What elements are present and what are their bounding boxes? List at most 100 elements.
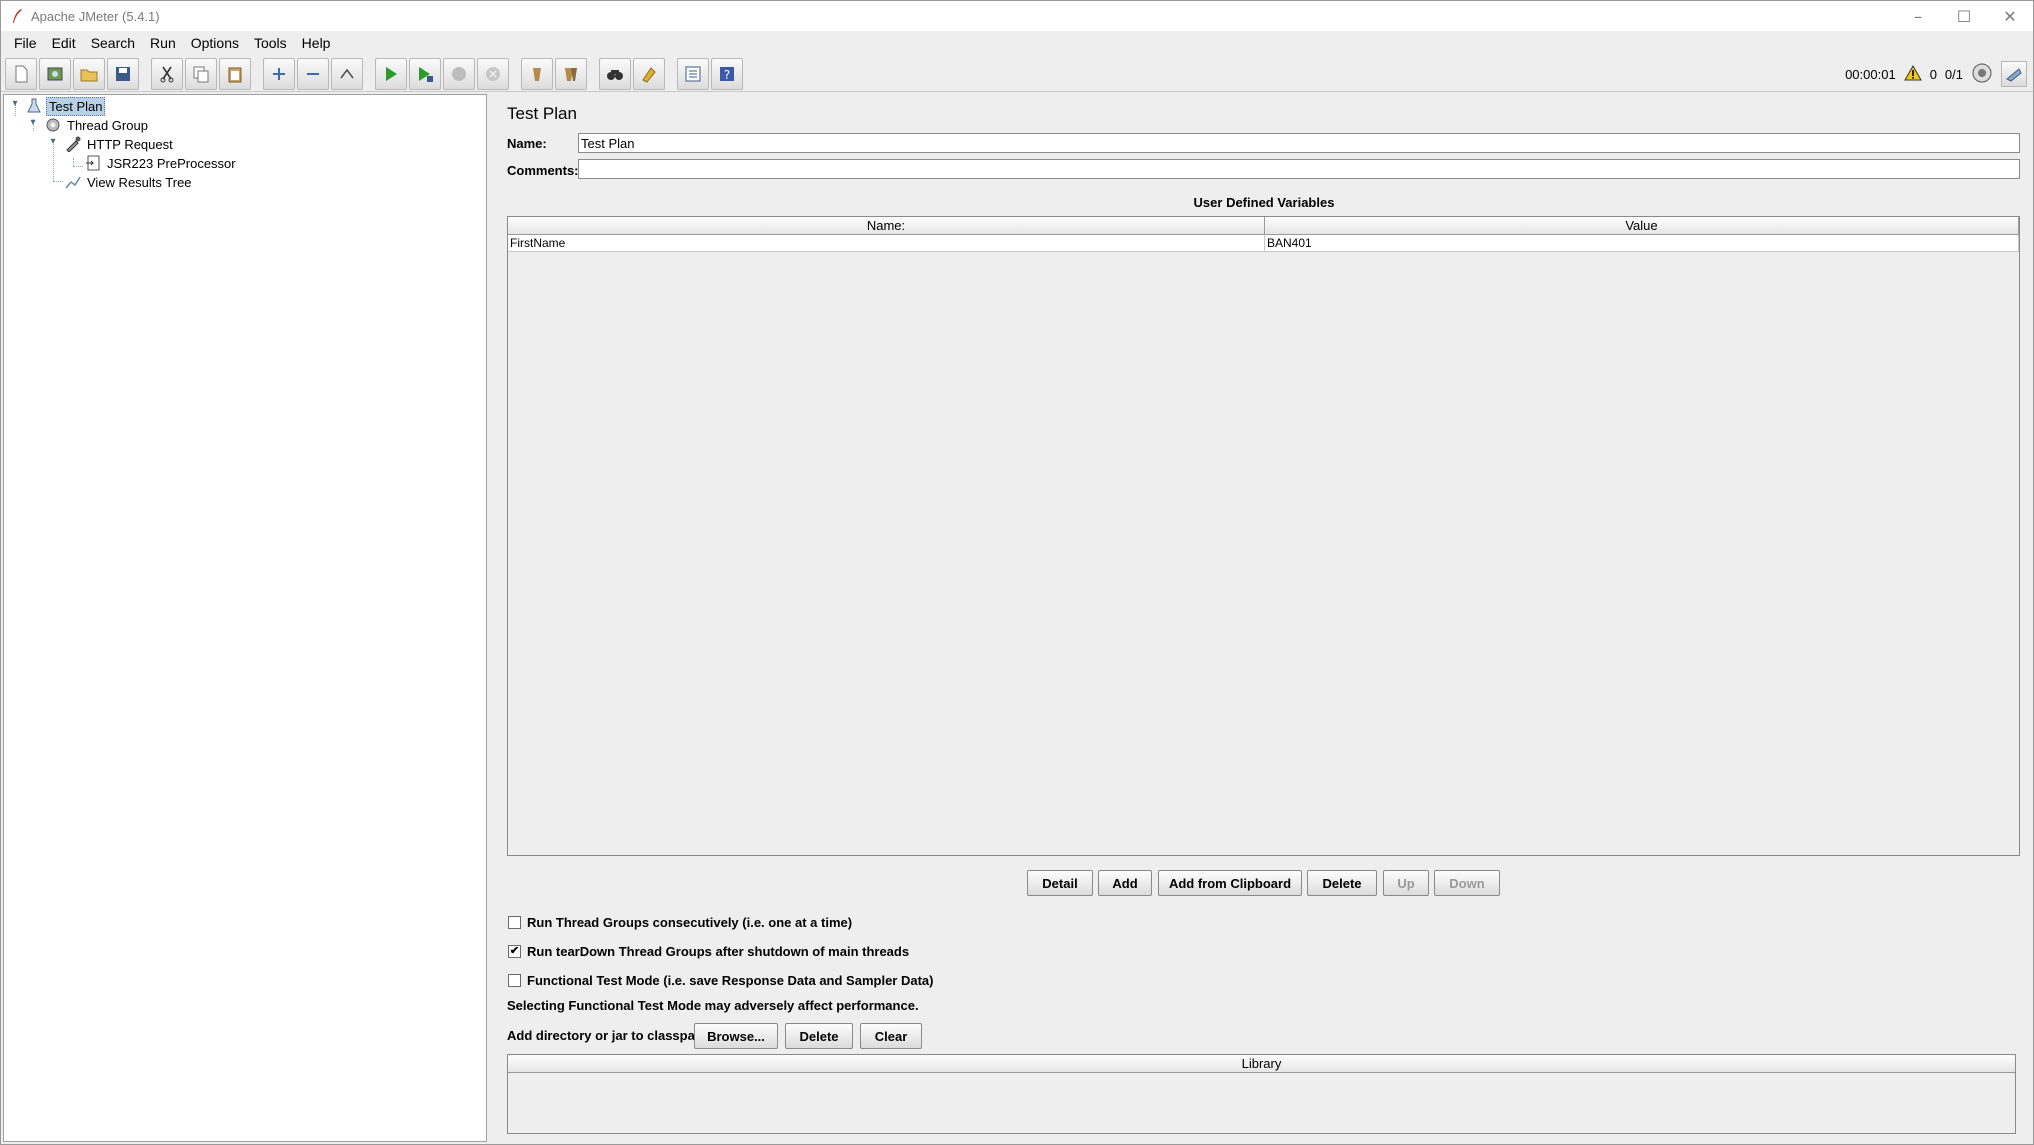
up-button[interactable]: Up [1383,870,1429,896]
menu-help[interactable]: Help [295,35,339,51]
functional-mode-note: Selecting Functional Test Mode may adver… [507,998,919,1013]
add-button[interactable]: Add [1098,870,1152,896]
window-controls: – ☐ ✕ [1895,1,2033,31]
functional-test-mode-checkbox[interactable] [508,973,521,987]
toolbar: ? 00:00:01 0 0/1 [1,56,2033,92]
menu-run[interactable]: Run [143,35,184,51]
menu-options[interactable]: Options [184,35,247,51]
start-no-pauses-icon[interactable] [409,57,441,90]
tree-toggle-http-request[interactable]: ▾ [48,137,58,147]
comments-field[interactable] [578,159,2020,179]
test-plan-panel: Test Plan Name: Test Plan Comments: User… [498,94,2033,1144]
tree-toggle-test-plan[interactable]: ▾ [10,99,20,109]
clear-all-icon[interactable] [555,57,587,90]
tree-node-label: Test Plan [46,96,106,116]
library-table[interactable]: Library [507,1054,2016,1134]
start-icon[interactable] [375,57,407,90]
menu-search[interactable]: Search [84,35,143,51]
active-threads: 0/1 [1944,66,1963,82]
run-teardown-label: Run tearDown Thread Groups after shutdow… [527,943,910,959]
delete-button[interactable]: Delete [1307,870,1377,896]
title-bar: Apache JMeter (5.4.1) – ☐ ✕ [1,1,2033,31]
column-header-name[interactable]: Name: [508,217,1265,235]
run-consecutively-label: Run Thread Groups consecutively (i.e. on… [527,914,853,930]
comments-label: Comments: [507,163,579,178]
user-defined-variables-title: User Defined Variables [1193,195,1335,210]
tree-toggle-thread-group[interactable]: ▾ [28,118,38,128]
tree-node-view-results-tree[interactable]: View Results Tree [65,173,194,191]
svg-text:?: ? [724,68,730,82]
shutdown-icon[interactable] [477,57,509,90]
tree-node-label: HTTP Request [87,136,173,152]
window-title: Apache JMeter (5.4.1) [31,8,160,24]
tree-node-thread-group[interactable]: Thread Group [45,116,150,134]
classpath-delete-button[interactable]: Delete [785,1023,853,1049]
remote-icon[interactable] [2001,61,2027,87]
run-teardown-checkbox[interactable]: ✔ [508,944,521,958]
templates-icon[interactable] [39,57,71,90]
name-label: Name: [507,136,547,151]
error-count: 0 [1929,66,1937,82]
down-button[interactable]: Down [1434,870,1500,896]
expand-all-icon[interactable] [263,57,295,90]
table-header: Name: Value [508,217,2019,235]
run-consecutively-option[interactable]: Run Thread Groups consecutively (i.e. on… [508,913,852,931]
detail-button[interactable]: Detail [1027,870,1093,896]
function-helper-icon[interactable] [677,57,709,90]
close-icon[interactable]: ✕ [1987,1,2033,31]
collapse-all-icon[interactable] [297,57,329,90]
minimize-icon[interactable]: – [1895,1,1941,31]
menu-file[interactable]: File [7,35,45,51]
panel-splitter[interactable] [489,94,498,1142]
name-field[interactable]: Test Plan [578,133,2020,153]
toggle-icon[interactable] [331,57,363,90]
search-icon[interactable] [599,57,631,90]
open-icon[interactable] [73,57,105,90]
column-header-value[interactable]: Value [1265,217,2019,235]
jmeter-feather-icon [9,8,25,24]
log-viewer-icon[interactable] [1971,62,1993,87]
copy-icon[interactable] [185,57,217,90]
tree-node-label: JSR223 PreProcessor [107,155,236,171]
test-plan-icon [26,98,42,114]
menu-edit[interactable]: Edit [45,35,84,51]
cell-name[interactable]: FirstName [508,235,1265,252]
run-teardown-option[interactable]: ✔ Run tearDown Thread Groups after shutd… [508,942,909,960]
column-header-library[interactable]: Library [508,1055,2015,1073]
tree-node-label: Thread Group [67,117,148,133]
add-from-clipboard-button[interactable]: Add from Clipboard [1158,870,1302,896]
paste-icon[interactable] [219,57,251,90]
tree-node-jsr223-preprocessor[interactable]: JSR223 PreProcessor [85,154,238,172]
gear-icon [45,117,61,133]
warning-icon[interactable] [1903,64,1922,84]
save-icon[interactable] [107,57,139,90]
chart-icon [65,174,81,190]
functional-test-mode-label: Functional Test Mode (i.e. save Response… [527,972,934,988]
classpath-clear-button[interactable]: Clear [860,1023,922,1049]
script-icon [85,155,101,171]
run-consecutively-checkbox[interactable] [508,915,521,929]
clear-icon[interactable] [521,57,553,90]
pipette-icon [65,136,81,152]
status-area: 00:00:01 0 0/1 [1845,56,2027,92]
panel-title: Test Plan [507,104,577,123]
maximize-icon[interactable]: ☐ [1941,1,1987,31]
tree-node-http-request[interactable]: HTTP Request [65,135,175,153]
tree-node-label: View Results Tree [87,174,192,190]
stop-icon[interactable] [443,57,475,90]
test-plan-tree[interactable]: ▾ Test Plan ▾ Thread Group ▾ HTTP Reques… [3,94,487,1142]
jmeter-window: Apache JMeter (5.4.1) – ☐ ✕ File Edit Se… [0,0,2034,1145]
new-icon[interactable] [5,57,37,90]
user-defined-variables-table[interactable]: Name: Value FirstName BAN401 [507,216,2020,856]
help-icon[interactable]: ? [711,57,743,90]
menu-tools[interactable]: Tools [247,35,295,51]
tree-node-test-plan[interactable]: Test Plan [26,96,106,116]
cell-value[interactable]: BAN401 [1265,235,2019,252]
functional-test-mode-option[interactable]: Functional Test Mode (i.e. save Response… [508,971,933,989]
table-row[interactable]: FirstName BAN401 [508,235,2019,252]
menu-bar: File Edit Search Run Options Tools Help [1,32,2033,54]
classpath-label: Add directory or jar to classpath [507,1028,708,1043]
browse-button[interactable]: Browse... [694,1023,778,1049]
reset-search-icon[interactable] [633,57,665,90]
cut-icon[interactable] [151,57,183,90]
